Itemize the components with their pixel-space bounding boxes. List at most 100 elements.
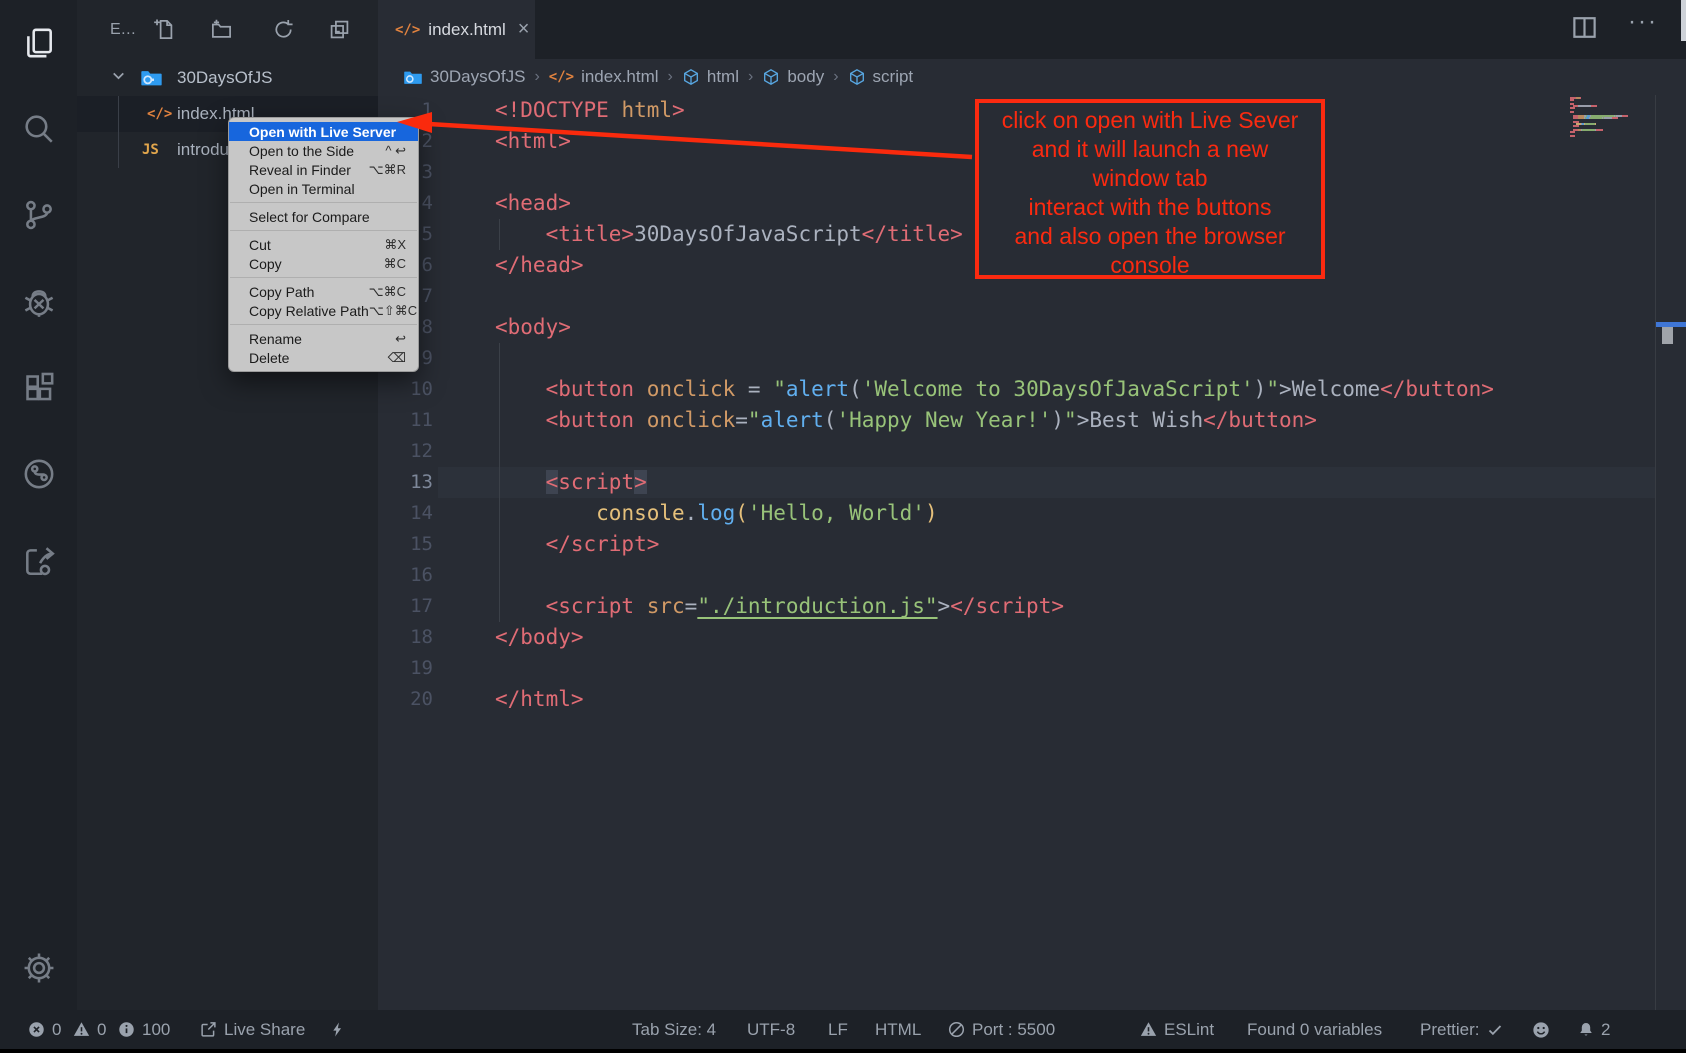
code-line-17[interactable]: 17 <script src="./introduction.js"></scr… bbox=[378, 591, 1686, 622]
new-file-icon[interactable] bbox=[150, 16, 176, 42]
menu-item-rename[interactable]: Rename↩ bbox=[229, 329, 418, 348]
status-label: Found 0 variables bbox=[1247, 1020, 1382, 1040]
status-label: 100 bbox=[142, 1020, 170, 1040]
menu-item-label: Open with Live Server bbox=[249, 124, 406, 140]
breadcrumb-item-html[interactable]: html bbox=[682, 67, 739, 87]
status-language-mode[interactable]: HTML bbox=[875, 1010, 921, 1049]
code-text: </body> bbox=[495, 622, 584, 653]
code-line-11[interactable]: 11 <button onclick="alert('Happy New Yea… bbox=[378, 405, 1686, 436]
explorer-header: E... bbox=[77, 0, 378, 59]
status-problems-info[interactable]: 100 bbox=[118, 1010, 170, 1049]
status-label: Port : 5500 bbox=[972, 1020, 1055, 1040]
tab-index-html[interactable]: </> index.html × bbox=[378, 0, 535, 59]
line-number: 13 bbox=[378, 467, 433, 498]
status-live-server-port[interactable]: Port : 5500 bbox=[948, 1010, 1055, 1049]
breadcrumb-item-index-html[interactable]: </>index.html bbox=[549, 67, 659, 87]
code-line-14[interactable]: 14 console.log('Hello, World') bbox=[378, 498, 1686, 529]
close-icon[interactable]: × bbox=[518, 18, 530, 41]
status-live-share[interactable]: Live Share bbox=[200, 1010, 305, 1049]
code-text: <button onclick = "alert('Welcome to 30D… bbox=[495, 374, 1494, 405]
status-eslint[interactable]: ESLint bbox=[1140, 1010, 1214, 1049]
breadcrumb-item-script[interactable]: script bbox=[848, 67, 914, 87]
status-tab-size[interactable]: Tab Size: 4 bbox=[632, 1010, 716, 1049]
menu-item-copy-path[interactable]: Copy Path⌥⌘C bbox=[229, 282, 418, 301]
menu-item-label: Copy Relative Path bbox=[249, 303, 369, 319]
status-prettier[interactable]: Prettier: bbox=[1420, 1010, 1503, 1049]
code-line-13[interactable]: 13 <script> bbox=[378, 467, 1686, 498]
menu-item-select-for-compare[interactable]: Select for Compare bbox=[229, 207, 418, 226]
menu-item-copy-relative-path[interactable]: Copy Relative Path⌥⇧⌘C bbox=[229, 301, 418, 320]
more-actions-icon[interactable]: ··· bbox=[1628, 8, 1658, 36]
menu-item-open-with-live-server[interactable]: Open with Live Server bbox=[229, 122, 418, 141]
status-label: ESLint bbox=[1164, 1020, 1214, 1040]
code-line-15[interactable]: 15 </script> bbox=[378, 529, 1686, 560]
code-line-9[interactable]: 9 bbox=[378, 343, 1686, 374]
status-notifications-bell[interactable]: 2 bbox=[1578, 1010, 1610, 1049]
check-icon bbox=[1487, 1022, 1503, 1038]
remote-explorer-icon[interactable] bbox=[0, 450, 77, 498]
status-feedback-smiley[interactable] bbox=[1532, 1010, 1550, 1049]
scrollbar-thumb[interactable] bbox=[1662, 327, 1673, 344]
source-control-icon[interactable] bbox=[0, 191, 77, 239]
symbol-cube-icon bbox=[682, 68, 700, 86]
code-text: <!DOCTYPE html> bbox=[495, 95, 685, 126]
code-line-7[interactable]: 7 bbox=[378, 281, 1686, 312]
code-line-16[interactable]: 16 bbox=[378, 560, 1686, 591]
extensions-icon[interactable] bbox=[0, 364, 77, 412]
run-debug-icon[interactable] bbox=[0, 278, 77, 326]
line-number: 12 bbox=[378, 436, 433, 467]
code-line-10[interactable]: 10 <button onclick = "alert('Welcome to … bbox=[378, 374, 1686, 405]
code-text: </script> bbox=[495, 529, 659, 560]
breadcrumb-item-30daysofjs[interactable]: 30DaysOfJS bbox=[403, 67, 525, 87]
chevron-down-icon[interactable] bbox=[110, 67, 127, 89]
status-problems-errors[interactable]: 0 bbox=[28, 1010, 61, 1049]
menu-divider bbox=[230, 324, 417, 325]
line-number: 11 bbox=[378, 405, 433, 436]
status-problems-warnings[interactable]: 0 bbox=[73, 1010, 106, 1049]
menu-item-copy[interactable]: Copy⌘C bbox=[229, 254, 418, 273]
menu-item-shortcut: ↩ bbox=[395, 331, 406, 347]
activity-bar bbox=[0, 0, 77, 1010]
code-text: <title>30DaysOfJavaScript</title> bbox=[495, 219, 963, 250]
code-line-20[interactable]: 20</html> bbox=[378, 684, 1686, 715]
status-label: UTF-8 bbox=[747, 1020, 795, 1040]
code-line-12[interactable]: 12 bbox=[378, 436, 1686, 467]
tree-item-root-folder[interactable]: 30DaysOfJS bbox=[77, 60, 378, 96]
minimap[interactable] bbox=[1570, 97, 1656, 137]
split-editor-icon[interactable] bbox=[1571, 14, 1598, 46]
new-folder-icon[interactable] bbox=[208, 16, 234, 42]
code-line-18[interactable]: 18</body> bbox=[378, 622, 1686, 653]
refresh-explorer-icon[interactable] bbox=[270, 16, 296, 42]
code-line-8[interactable]: 8<body> bbox=[378, 312, 1686, 343]
menu-item-shortcut: ^ ↩ bbox=[385, 143, 406, 159]
menu-item-delete[interactable]: Delete⌫ bbox=[229, 348, 418, 367]
menu-item-open-to-the-side[interactable]: Open to the Side^ ↩ bbox=[229, 141, 418, 160]
status-label: Prettier: bbox=[1420, 1020, 1480, 1040]
settings-icon[interactable] bbox=[0, 944, 77, 992]
status-found-variables[interactable]: Found 0 variables bbox=[1247, 1010, 1382, 1049]
annotation-line: click on open with Live Sever bbox=[979, 106, 1321, 135]
status-eol[interactable]: LF bbox=[828, 1010, 848, 1049]
explorer-icon[interactable] bbox=[0, 19, 77, 67]
menu-item-cut[interactable]: Cut⌘X bbox=[229, 235, 418, 254]
menu-item-reveal-in-finder[interactable]: Reveal in Finder⌥⌘R bbox=[229, 160, 418, 179]
menu-divider bbox=[230, 277, 417, 278]
breadcrumb-item-body[interactable]: body bbox=[762, 67, 824, 87]
collapse-folders-icon[interactable] bbox=[326, 16, 352, 42]
breadcrumb-separator: › bbox=[748, 68, 753, 86]
menu-item-shortcut: ⌥⌘C bbox=[369, 284, 406, 300]
code-text: </html> bbox=[495, 684, 584, 715]
menu-item-open-in-terminal[interactable]: Open in Terminal bbox=[229, 179, 418, 198]
status-live-server-bolt[interactable] bbox=[330, 1010, 345, 1049]
live-share-icon[interactable] bbox=[0, 537, 77, 585]
search-icon[interactable] bbox=[0, 105, 77, 153]
status-encoding[interactable]: UTF-8 bbox=[747, 1010, 795, 1049]
code-line-19[interactable]: 19 bbox=[378, 653, 1686, 684]
share-icon bbox=[200, 1021, 217, 1038]
code-text: <body> bbox=[495, 312, 571, 343]
menu-item-label: Rename bbox=[249, 331, 395, 347]
code-text: console.log('Hello, World') bbox=[495, 498, 938, 529]
explorer-title: E... bbox=[110, 21, 136, 39]
menu-item-label: Select for Compare bbox=[249, 209, 406, 225]
annotation-line: and it will launch a new bbox=[979, 135, 1321, 164]
